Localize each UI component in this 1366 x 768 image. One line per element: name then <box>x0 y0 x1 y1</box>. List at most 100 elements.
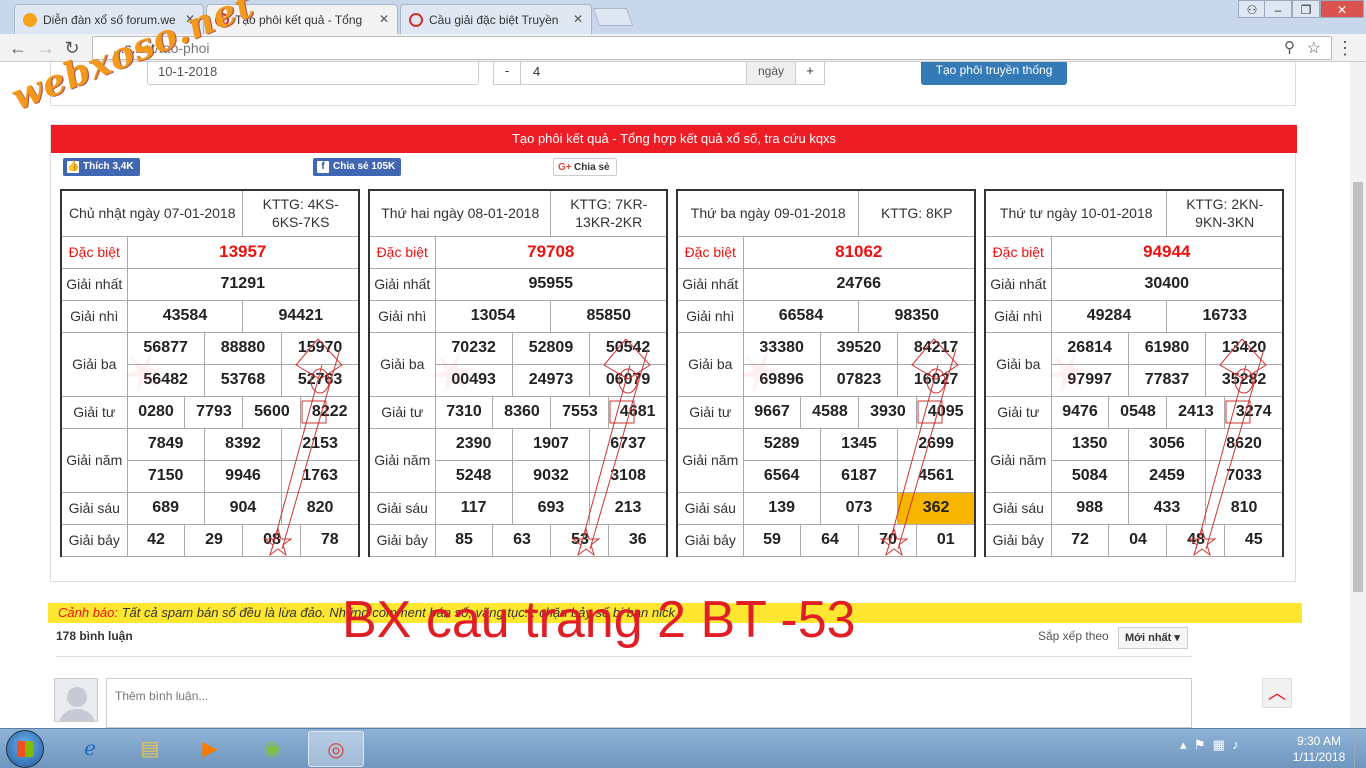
zoom-icon[interactable]: ⚲ <box>1284 38 1295 56</box>
prize-label: Giải tư <box>368 395 436 429</box>
prize-label: Giải nhất <box>984 267 1052 301</box>
result-number: 56482 <box>126 363 205 397</box>
date-input[interactable]: 10-1-2018 <box>147 62 479 85</box>
flag-icon[interactable]: ⚑ <box>1194 737 1206 752</box>
result-number: 52763 <box>281 363 360 397</box>
page-scrollbar[interactable] <box>1350 62 1366 728</box>
result-number: 29 <box>184 523 244 557</box>
result-number: 88880 <box>203 331 283 365</box>
show-desktop-button[interactable] <box>1354 729 1366 768</box>
bookmark-star-icon[interactable]: ☆ <box>1307 38 1321 58</box>
result-number: 56877 <box>126 331 205 365</box>
result-number: 3056 <box>1127 427 1207 461</box>
facebook-share-button[interactable]: f Chia sẻ 105K <box>313 158 402 176</box>
result-number: 820 <box>281 491 360 525</box>
site-favicon-icon <box>409 13 423 27</box>
result-number: 9032 <box>511 459 591 493</box>
user-icon[interactable]: ⚇ <box>1238 0 1266 18</box>
result-number: 7849 <box>126 427 205 461</box>
result-number: 13420 <box>1205 331 1284 365</box>
days-input[interactable]: 4 <box>520 62 747 85</box>
facebook-like-button[interactable]: 👍 Thích 3,4K <box>63 158 140 176</box>
draw-date: Thứ hai ngày 08-01-2018 <box>368 189 552 237</box>
address-bar[interactable]: ...s.net/tao-phoi ⚲ ☆ <box>92 36 1332 60</box>
internet-explorer-icon[interactable]: ℯ <box>62 731 118 767</box>
prize-label: Giải bảy <box>984 523 1052 557</box>
prize-label: Giải nhất <box>368 267 436 301</box>
tray-arrow-icon[interactable]: ▴ <box>1180 737 1187 752</box>
clock[interactable]: 9:30 AM 1/11/2018 <box>1290 733 1348 765</box>
network-icon[interactable]: ▦ <box>1213 737 1225 752</box>
plus-button[interactable]: + <box>795 62 825 85</box>
result-number: 2390 <box>434 427 513 461</box>
result-table: Thứ ba ngày 09-01-2018 KTTG: 8KP Đặc biệt 8… <box>676 189 976 557</box>
file-explorer-icon[interactable]: ▤ <box>122 731 178 767</box>
result-number: 5084 <box>1050 459 1129 493</box>
result-number: 5289 <box>742 427 821 461</box>
prize-label: Giải nhì <box>984 299 1052 333</box>
scrollbar-thumb[interactable] <box>1353 182 1363 592</box>
system-tray[interactable]: ▴ ⚑ ▦ ♪ <box>1180 737 1239 753</box>
result-number: 433 <box>1127 491 1207 525</box>
tab-title: Cầu giải đặc biệt Truyền <box>429 13 559 27</box>
volume-icon[interactable]: ♪ <box>1232 737 1239 752</box>
google-plus-share-button[interactable]: G+ Chia sẻ <box>553 158 617 176</box>
result-number: 7553 <box>550 395 610 429</box>
draw-date: Chủ nhật ngày 07-01-2018 <box>60 189 244 237</box>
minus-button[interactable]: - <box>493 62 521 85</box>
comment-input[interactable]: Thêm bình luận... <box>106 678 1192 728</box>
result-number: 904 <box>203 491 283 525</box>
result-number: 07823 <box>819 363 899 397</box>
result-number: 693 <box>511 491 591 525</box>
new-tab-button[interactable] <box>592 8 634 26</box>
scroll-to-top-button[interactable]: ︿ <box>1262 678 1292 708</box>
result-number: 84217 <box>897 331 976 365</box>
sort-select[interactable]: Mới nhất ▾ <box>1118 627 1188 649</box>
draw-date: Thứ ba ngày 09-01-2018 <box>676 189 860 237</box>
close-icon[interactable]: ✕ <box>573 12 583 26</box>
tab-cau-giai[interactable]: Cầu giải đặc biệt Truyền ✕ <box>400 4 592 34</box>
result-number: 139 <box>742 491 821 525</box>
start-button[interactable] <box>6 730 44 768</box>
menu-dots-icon[interactable]: ⋮ <box>1336 38 1354 59</box>
prize-label: Giải bảy <box>60 523 128 557</box>
result-number: 3274 <box>1224 395 1284 429</box>
result-number: 689 <box>126 491 205 525</box>
forward-arrow-icon[interactable]: → <box>36 38 56 58</box>
generate-button[interactable]: Tạo phôi truyền thống <box>921 62 1067 85</box>
prize-label: Giải sáu <box>60 491 128 525</box>
result-number: 94421 <box>242 299 360 333</box>
media-player-icon[interactable]: ▶ <box>182 731 238 767</box>
back-arrow-icon[interactable]: ← <box>8 38 28 58</box>
draw-date: Thứ tư ngày 10-01-2018 <box>984 189 1168 237</box>
prize-label: Đặc biệt <box>984 235 1052 269</box>
chrome-icon[interactable]: ◎ <box>308 731 364 767</box>
prize-label: Đặc biệt <box>60 235 128 269</box>
windows-logo-icon <box>17 741 33 757</box>
prize-label: Giải năm <box>60 427 128 493</box>
minimize-icon[interactable]: – <box>1264 0 1292 18</box>
prize-label: Giải năm <box>368 427 436 493</box>
prize-label: Giải sáu <box>984 491 1052 525</box>
result-number: 213 <box>589 491 668 525</box>
result-number: 42 <box>126 523 186 557</box>
chevron-up-icon: ︿ <box>1268 683 1286 703</box>
result-number: 2459 <box>1127 459 1207 493</box>
restore-icon[interactable]: ❐ <box>1292 0 1320 18</box>
result-number: 5600 <box>242 395 302 429</box>
result-number: 0280 <box>126 395 186 429</box>
coccoc-browser-icon[interactable]: ◉ <box>244 731 300 767</box>
window-close-icon[interactable]: ✕ <box>1320 0 1364 18</box>
prize-label: Giải sáu <box>676 491 744 525</box>
result-number: 59 <box>742 523 802 557</box>
prize-label: Giải bảy <box>368 523 436 557</box>
result-number: 36 <box>608 523 668 557</box>
avatar <box>54 678 98 722</box>
result-card: Thứ hai ngày 08-01-2018 KTTG: 7KR-13KR-2K… <box>368 189 668 557</box>
prize-label: Giải nhì <box>60 299 128 333</box>
close-icon[interactable]: ✕ <box>379 12 389 26</box>
result-number: 9667 <box>742 395 802 429</box>
comment-count: 178 bình luận <box>56 629 133 643</box>
facebook-icon: f <box>317 161 329 173</box>
result-number: 69896 <box>742 363 821 397</box>
